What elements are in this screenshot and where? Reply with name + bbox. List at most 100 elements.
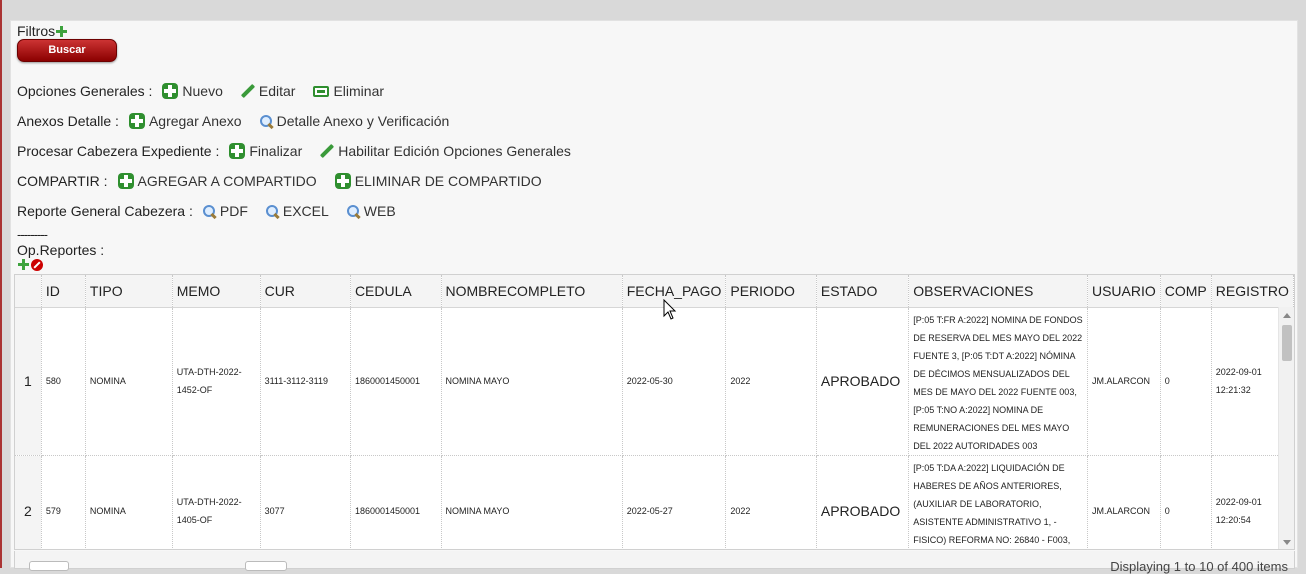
cell-cedula: 1860001450001 [350, 455, 442, 549]
general-report-label: Reporte General Cabezera : [17, 203, 193, 219]
finalize-button[interactable]: Finalizar [229, 143, 302, 159]
table-row[interactable]: 2 579 NOMINA UTA-DTH-2022-1405-OF 3077 1… [15, 455, 1294, 549]
data-table: ID TIPO MEMO CUR CEDULA NOMBRECOMPLETO F… [15, 275, 1294, 549]
column-header-nombrecompleto[interactable]: NOMBRECOMPLETO [441, 275, 623, 308]
column-header-id[interactable]: ID [41, 275, 86, 308]
new-label: Nuevo [182, 83, 223, 99]
cell-memo: UTA-DTH-2022-1452-OF [172, 307, 261, 456]
general-report-row: Reporte General Cabezera : PDF EXCEL WEB [17, 203, 414, 219]
annex-detail-row: Anexos Detalle : Agregar Anexo Detalle A… [17, 113, 467, 129]
cell-estado: APROBADO [816, 455, 910, 549]
column-header-cur[interactable]: CUR [260, 275, 351, 308]
column-header-comp[interactable]: COMP [1160, 275, 1212, 308]
cell-comp: 0 [1160, 455, 1212, 549]
add-to-shared-button[interactable]: AGREGAR A COMPARTIDO [117, 173, 317, 189]
column-header-usuario[interactable]: USUARIO [1087, 275, 1161, 308]
search-icon [346, 204, 360, 218]
column-header-memo[interactable]: MEMO [172, 275, 261, 308]
pagination-info: Displaying 1 to 10 of 400 items [1110, 559, 1288, 574]
column-header-cedula[interactable]: CEDULA [350, 275, 442, 308]
enable-edit-button[interactable]: Habilitar Edición Opciones Generales [320, 143, 571, 159]
main-panel: Filtros Buscar Opciones Generales : Nuev… [10, 20, 1298, 574]
column-header-observaciones[interactable]: OBSERVACIONES [908, 275, 1088, 308]
cell-nombre: NOMINA MAYO [441, 307, 623, 456]
excel-report-button[interactable]: EXCEL [265, 203, 329, 219]
cell-usuario: JM.ALARCON [1087, 455, 1161, 549]
annex-detail-label: Anexos Detalle : [17, 113, 119, 129]
delete-report-icon[interactable] [31, 259, 43, 271]
edit-button[interactable]: Editar [241, 83, 296, 99]
share-row: COMPARTIR : AGREGAR A COMPARTIDO ELIMINA… [17, 173, 560, 189]
report-options-label: Op.Reportes : [17, 242, 105, 258]
pdf-label: PDF [219, 203, 248, 219]
separator: --------- [17, 227, 48, 242]
delete-button[interactable]: Eliminar [313, 83, 384, 99]
share-label: COMPARTIR : [17, 173, 108, 189]
new-button[interactable]: Nuevo [162, 83, 223, 99]
enable-edit-label: Habilitar Edición Opciones Generales [338, 143, 571, 159]
process-header-row: Procesar Cabezera Expediente : Finalizar… [17, 143, 589, 159]
remove-from-shared-button[interactable]: ELIMINAR DE COMPARTIDO [334, 173, 542, 189]
pdf-report-button[interactable]: PDF [202, 203, 248, 219]
add-icon [334, 173, 351, 189]
process-header-label: Procesar Cabezera Expediente : [17, 143, 220, 159]
row-number: 1 [15, 307, 42, 456]
cell-id: 580 [41, 307, 86, 456]
cell-cur: 3111-3112-3119 [260, 307, 351, 456]
cell-periodo: 2022 [725, 307, 817, 456]
column-header-rownum [15, 275, 42, 308]
cell-observaciones: [P:05 T:DA A:2022] LIQUIDACIÓN DE HABERE… [908, 455, 1088, 549]
data-grid: ID TIPO MEMO CUR CEDULA NOMBRECOMPLETO F… [14, 274, 1295, 550]
filters-label: Filtros [17, 23, 56, 39]
remove-from-shared-label: ELIMINAR DE COMPARTIDO [354, 173, 542, 189]
search-button[interactable]: Buscar [17, 39, 117, 62]
page-number-input[interactable] [245, 561, 287, 571]
mouse-cursor-icon [663, 299, 677, 320]
cell-fecha: 2022-05-30 [622, 307, 727, 456]
pencil-icon [241, 84, 255, 98]
cell-cedula: 1860001450001 [350, 307, 442, 456]
report-options-icons [17, 259, 43, 271]
annex-detail-verify-button[interactable]: Detalle Anexo y Verificación [259, 113, 450, 129]
filters-header[interactable]: Filtros [17, 23, 68, 39]
cell-cur: 3077 [260, 455, 351, 549]
column-header-estado[interactable]: ESTADO [816, 275, 910, 308]
general-options-row: Opciones Generales : Nuevo Editar Elimin… [17, 83, 402, 99]
cell-observaciones: [P:05 T:FR A:2022] NOMINA DE FONDOS DE R… [908, 307, 1088, 456]
annex-detail-verify-label: Detalle Anexo y Verificación [276, 113, 450, 129]
cell-fecha: 2022-05-27 [622, 455, 727, 549]
cell-periodo: 2022 [725, 455, 817, 549]
web-report-button[interactable]: WEB [346, 203, 396, 219]
cell-tipo: NOMINA [85, 307, 173, 456]
column-header-registro[interactable]: REGISTRO [1211, 275, 1294, 308]
add-to-shared-label: AGREGAR A COMPARTIDO [137, 173, 317, 189]
excel-label: EXCEL [282, 203, 329, 219]
delete-label: Eliminar [333, 83, 385, 99]
cell-nombre: NOMINA MAYO [441, 455, 623, 549]
web-label: WEB [363, 203, 396, 219]
vertical-scrollbar[interactable] [1278, 307, 1294, 549]
table-row[interactable]: 1 580 NOMINA UTA-DTH-2022-1452-OF 3111-3… [15, 307, 1294, 456]
add-report-icon[interactable] [18, 259, 29, 270]
add-filter-icon[interactable] [56, 26, 68, 37]
search-icon [259, 114, 273, 128]
search-icon [265, 204, 279, 218]
scroll-down-arrow-icon[interactable] [1283, 540, 1291, 545]
general-options-label: Opciones Generales : [17, 83, 153, 99]
cell-memo: UTA-DTH-2022-1405-OF [172, 455, 261, 549]
finalize-label: Finalizar [249, 143, 303, 159]
cell-tipo: NOMINA [85, 455, 173, 549]
left-accent-line [0, 0, 2, 568]
cell-usuario: JM.ALARCON [1087, 307, 1161, 456]
add-annex-button[interactable]: Agregar Anexo [128, 113, 242, 129]
minus-icon [313, 85, 330, 97]
page-size-select[interactable] [29, 561, 69, 571]
add-icon [229, 143, 246, 159]
scrollbar-thumb[interactable] [1282, 325, 1292, 361]
cell-estado: APROBADO [816, 307, 910, 456]
column-header-tipo[interactable]: TIPO [85, 275, 173, 308]
pencil-icon [320, 144, 334, 158]
scroll-up-arrow-icon[interactable] [1283, 313, 1291, 318]
column-header-periodo[interactable]: PERIODO [725, 275, 817, 308]
search-icon [202, 204, 216, 218]
